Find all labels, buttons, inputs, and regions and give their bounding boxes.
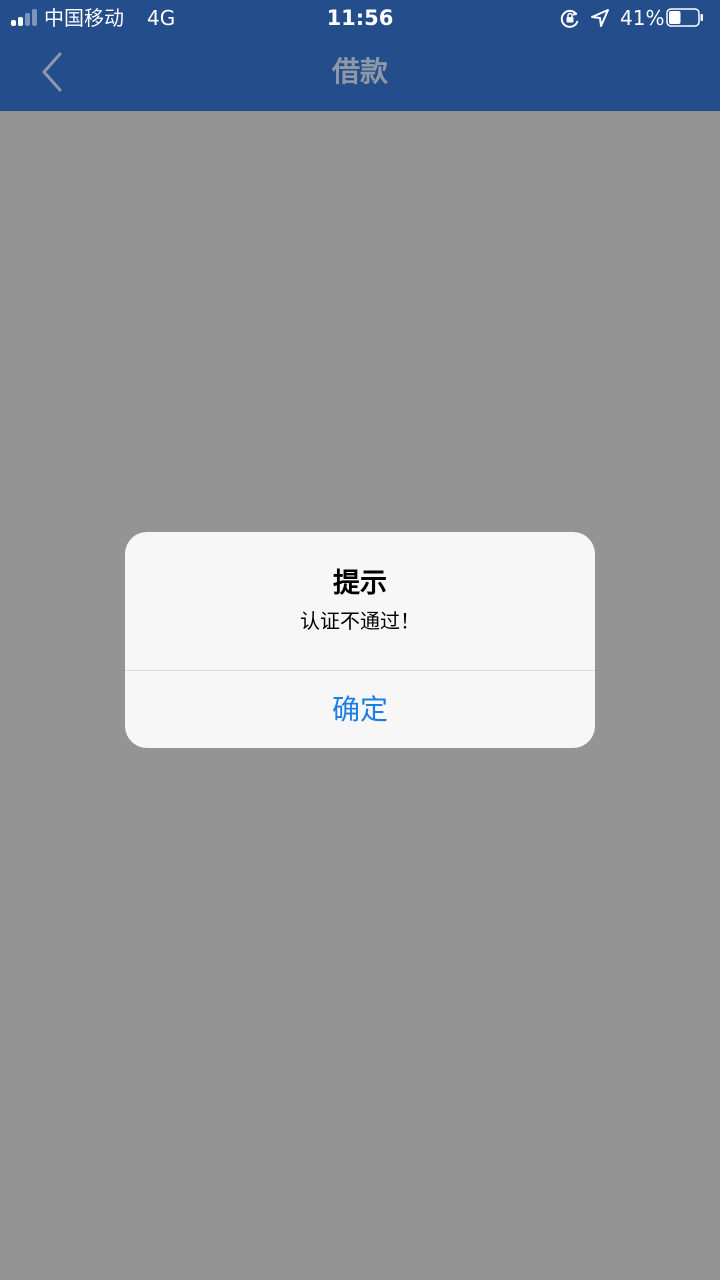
- alert-title: 提示: [333, 568, 387, 599]
- battery-icon: [666, 8, 703, 27]
- location-arrow-icon: [591, 9, 609, 27]
- back-chevron-icon[interactable]: [30, 50, 78, 94]
- page-title: 借款: [331, 55, 388, 88]
- app-header: 中国移动 4G 11:56 41% 借款: [0, 0, 720, 111]
- battery-percent: 41%: [620, 6, 665, 30]
- confirm-button[interactable]: 确定: [125, 671, 595, 748]
- rotation-lock-icon: [560, 9, 579, 28]
- alert-message: 认证不通过！: [300, 609, 420, 633]
- status-time: 11:56: [326, 6, 394, 30]
- network-type: 4G: [147, 6, 176, 30]
- status-bar: 中国移动 4G 11:56 41%: [0, 0, 720, 38]
- signal-icon: [11, 9, 41, 26]
- carrier-name: 中国移动: [44, 6, 124, 30]
- navigation-bar: 借款: [0, 38, 720, 111]
